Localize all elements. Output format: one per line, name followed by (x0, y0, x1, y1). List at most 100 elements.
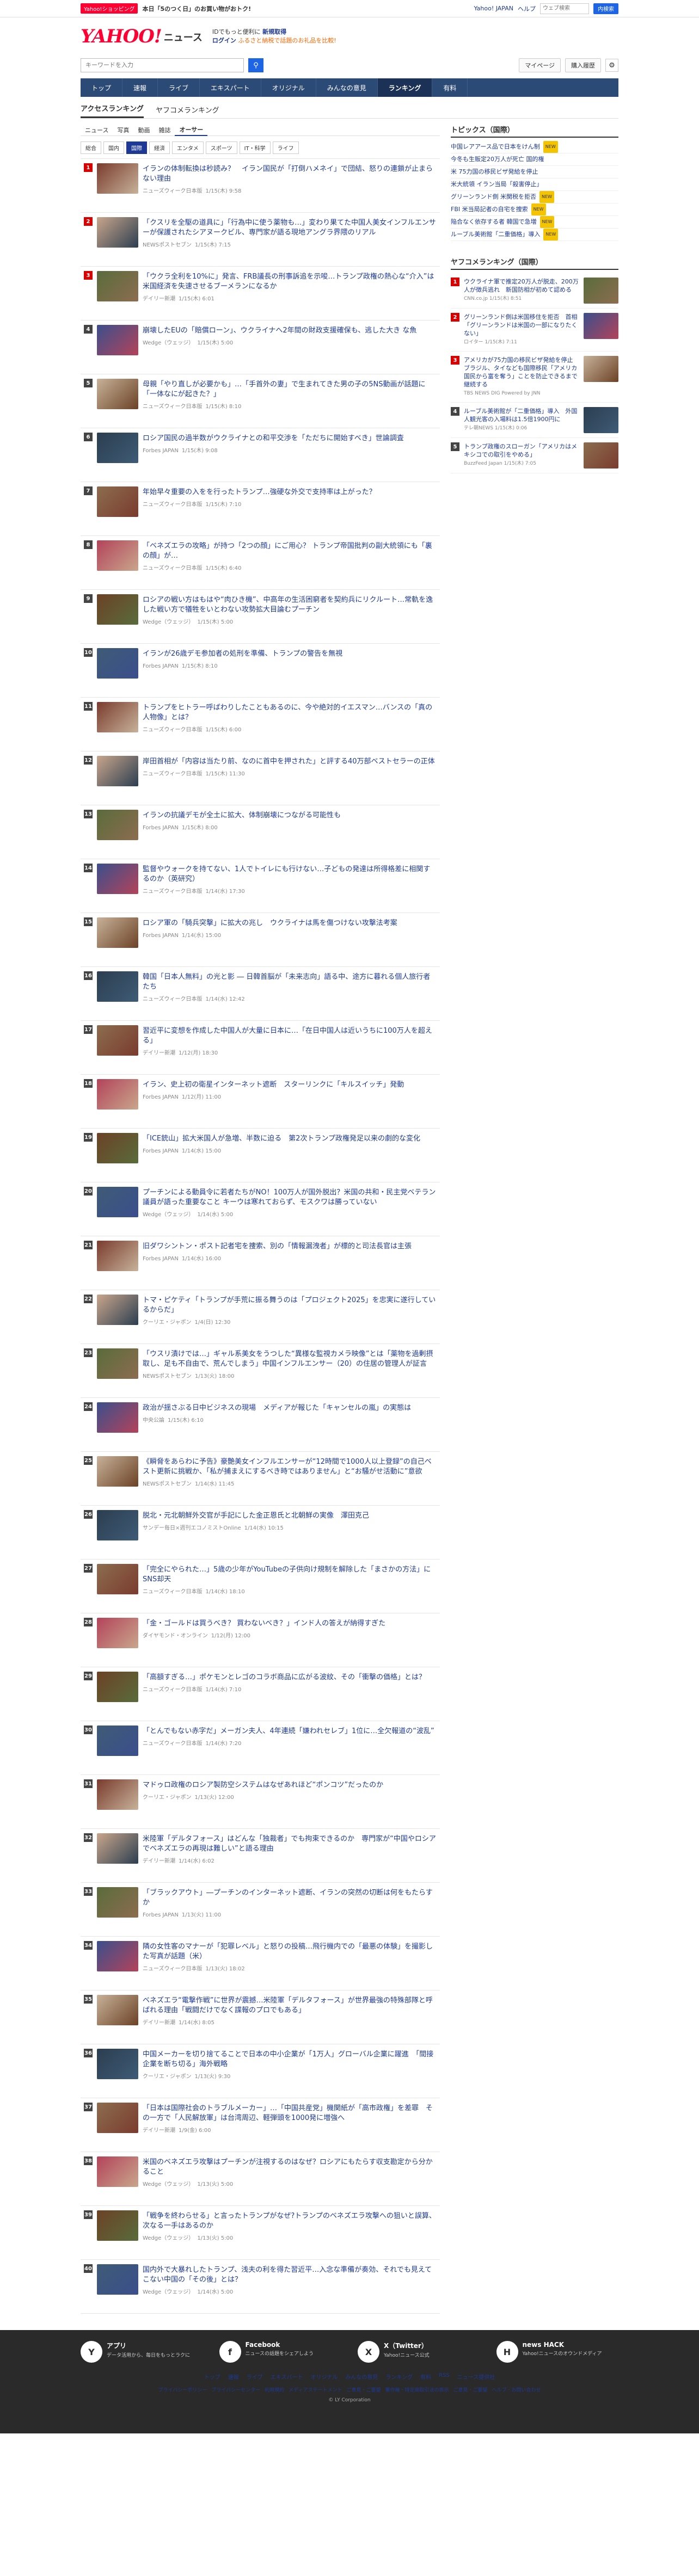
footer-link[interactable]: トップ (204, 2372, 220, 2381)
table-row[interactable]: 8 「ベネズエラの攻略」が持つ「2つの顔」にご用心？ トランプ帝国批判の副大統領に… (81, 536, 440, 590)
table-row[interactable]: 5 母親「やり直しが必要かも」…「手首外の妻」で生まれてきた男の子の5NS動画が話… (81, 374, 440, 428)
nav-original[interactable]: オリジナル (261, 78, 316, 97)
topic-item[interactable]: 米 75力国の移民ビザ発給を停止 (451, 166, 618, 178)
genre-entertainment[interactable]: エンタメ (172, 141, 204, 154)
article-title-link[interactable]: 「日本は国際社会のトラブルメーカー」…「中国共産党」機関紙が「高市政権」を差罪 … (143, 2104, 437, 2123)
promo-text[interactable]: 本日「5のつく日」のお買い物がおトク! (142, 4, 251, 13)
web-search-button[interactable]: 内検索 (593, 3, 618, 14)
x-icon[interactable]: X (358, 2341, 379, 2363)
comment-ranking-title[interactable]: トランプ政権のスローガン「アメリカはメキシコでの取引をやめる」 (464, 442, 579, 459)
comment-ranking-item[interactable]: 1 ウクライナ軍で推定20万人が脱走、200万人が徴兵逃れ 新国防相が初めて認める… (451, 273, 618, 309)
tab-author[interactable]: オーサー (175, 124, 208, 136)
article-thumbnail[interactable] (97, 2103, 138, 2133)
article-title-link[interactable]: プーチンによる動員令に若者たちがNO！100万人が国外脱出？米国の共和・民主党ベ… (143, 1188, 437, 1207)
article-title-link[interactable]: 中国メーカーを切り捨てることで日本の中小企業が「1万人」グローバル企業に躍進 「… (143, 2050, 437, 2069)
article-thumbnail[interactable] (97, 1779, 138, 1810)
table-row[interactable]: 34 隣の女性客のマナーが「犯罪レベル」と怒りの投稿…飛行機内での「最悪の体験」を… (81, 1937, 440, 1990)
policy-link[interactable]: プライバシーセンター (211, 2386, 260, 2393)
article-title-link[interactable]: 隣の女性客のマナーが「犯罪レベル」と怒りの投稿…飛行機内での「最悪の体験」を撮影… (143, 1942, 437, 1962)
table-row[interactable]: 29 「高額すぎる…」ポケモンとレゴのコラボ商品に広がる波紋、その「衝撃の価格」と… (81, 1667, 440, 1721)
table-row[interactable]: 28 「金・ゴールドは買うべき？ 買わないべき？」インド人の答えが納得すぎた ダイヤ… (81, 1613, 440, 1667)
table-row[interactable]: 7 年始早々重要の入をを行ったトランプ…強硬な外交で支持率は上がった？ ニューズウィ… (81, 482, 440, 536)
article-title-link[interactable]: 「ICE銃山」拡大米国人が急増、半数に迫る 第2次トランプ政権発足以来の劇的な変… (143, 1134, 437, 1144)
table-row[interactable]: 21 旧ダワシントン・ポスト記者宅を捜索、別の「情報漏洩者」が標的と司法長官は主張… (81, 1236, 440, 1290)
nav-ranking[interactable]: ランキング (377, 78, 433, 97)
newshack-icon[interactable]: H (496, 2341, 518, 2363)
table-row[interactable]: 4 崩壊したEUの「賠償ローン」、ウクライナへ2年間の財政支援確保も、逃した大き … (81, 321, 440, 374)
article-thumbnail[interactable] (97, 271, 138, 301)
article-title-link[interactable]: トランプをヒトラー呼ばわりしたこともあるのに、今や絶対的イエスマン…バンスの「真… (143, 703, 437, 723)
article-title-link[interactable]: 米陸軍「デルタフォース」はどんな「独裁者」でも拘束できるのか 専門家が“中国やロ… (143, 1834, 437, 1854)
article-thumbnail[interactable] (97, 1025, 138, 1056)
article-thumbnail[interactable] (97, 2210, 138, 2241)
table-row[interactable]: 10 イランが26歳デモ参加者の処刑を準備、トランプの警告を無視 Forbes JA… (81, 644, 440, 698)
article-title-link[interactable]: 習近平に変想を作成した中国人が大量に日本に…「在日中国人は近いうちに100万人を… (143, 1026, 437, 1046)
genre-economy[interactable]: 経済 (149, 141, 170, 154)
nav-top[interactable]: トップ (81, 78, 123, 97)
genre-domestic[interactable]: 国内 (103, 141, 124, 154)
web-search-input[interactable] (540, 3, 589, 14)
article-thumbnail[interactable] (97, 1725, 138, 1756)
article-title-link[interactable]: ロシア軍の「騎兵突撃」に拡大の兆し ウクライナは馬を傷つけない攻撃法考案 (143, 919, 437, 928)
table-row[interactable]: 38 米国のベネズエラ攻撃はプーチンが注視するのはなぜ？ロシアにもたらす収支勘定か… (81, 2152, 440, 2206)
table-row[interactable]: 18 イラン、史上初の衛星インターネット遮断 スターリンクに「キルスイッチ」発動 F… (81, 1075, 440, 1129)
yahoo-japan-link[interactable]: Yahoo! JAPAN (474, 5, 513, 12)
table-row[interactable]: 19 「ICE銃山」拡大米国人が急増、半数に迫る 第2次トランプ政権発足以来の劇的… (81, 1129, 440, 1182)
article-title-link[interactable]: 脱北・元北朝鮮外交官が手記にした金正恩氏と北朝鮮の実像 澤田克己 (143, 1511, 437, 1521)
comment-ranking-thumbnail[interactable] (584, 442, 618, 469)
policy-link[interactable]: プライバシーポリシー (158, 2386, 207, 2393)
topic-link[interactable]: 陥合なく依存する者 韓国で急増 (451, 216, 537, 228)
table-row[interactable]: 27 「完全にやられた…」5歳の少年がYouTubeの子供向け規制を解除した「まさ… (81, 1560, 440, 1613)
article-title-link[interactable]: 「ウスリ漬けでは…」ギャル系美女をうつした“異様な監視カメラ映像”とは「薬物を過… (143, 1349, 437, 1369)
article-title-link[interactable]: マドゥロ政権のロシア製防空システムはなぜあれほど“ポンコツ”だったのか (143, 1780, 437, 1790)
footer-link[interactable]: みんなの意見 (345, 2372, 378, 2381)
mypage-button[interactable]: マイページ (519, 58, 561, 72)
table-row[interactable]: 13 イランの抗議デモが全土に拡大、体制崩壊につながる可能性も Forbes JAP… (81, 805, 440, 859)
comment-ranking-item[interactable]: 3 アメリカが75力国の移民ビザ発給を停止 ブラジル、タイなども国際移民「アメリカ… (451, 352, 618, 403)
topic-link[interactable]: ルーブル美術館「二重価格」導入 (451, 229, 540, 241)
tab-photo[interactable]: 写真 (113, 124, 133, 136)
app-icon[interactable]: Y (81, 2341, 102, 2363)
footer-link[interactable]: オリジナル (310, 2372, 338, 2381)
genre-international[interactable]: 国際 (126, 141, 147, 154)
table-row[interactable]: 31 マドゥロ政権のロシア製防空システムはなぜあれほど“ポンコツ”だったのか クーリ… (81, 1775, 440, 1829)
article-thumbnail[interactable] (97, 702, 138, 732)
furusato-link[interactable]: ふるさと納税で話題のお礼品を比較! (238, 37, 336, 44)
article-thumbnail[interactable] (97, 1941, 138, 1971)
topic-link[interactable]: 米大統領 イラン当局「殺害停止」 (451, 178, 543, 190)
comment-ranking-item[interactable]: 2 グリーンランド側は米国移住を拒否 首相「グリーンランドは米国の一部になりたくな… (451, 309, 618, 352)
article-thumbnail[interactable] (97, 1402, 138, 1433)
article-thumbnail[interactable] (97, 917, 138, 948)
table-row[interactable]: 17 習近平に変想を作成した中国人が大量に日本に…「在日中国人は近いうちに100万… (81, 1021, 440, 1075)
topic-item[interactable]: 中国レアアース品で日本をけん制 NEW (451, 141, 618, 153)
article-title-link[interactable]: 米国のベネズエラ攻撃はプーチンが注視するのはなぜ？ロシアにもたらす収支勘定から分… (143, 2158, 437, 2177)
policy-link[interactable]: 利用規約 (265, 2386, 284, 2393)
footer-link[interactable]: エキスパート (271, 2372, 303, 2381)
footer-link[interactable]: 有料 (420, 2372, 431, 2381)
table-row[interactable]: 14 監督やウォークを持てない、1人でトイレにも行けない…子どもの発達は所得格差に… (81, 859, 440, 913)
comment-ranking-thumbnail[interactable] (584, 313, 618, 339)
genre-it-science[interactable]: IT・科学 (239, 141, 271, 154)
facebook-icon[interactable]: f (219, 2341, 241, 2363)
article-title-link[interactable]: 年始早々重要の入をを行ったトランプ…強硬な外交で支持率は上がった？ (143, 488, 437, 497)
article-thumbnail[interactable] (97, 1079, 138, 1110)
article-title-link[interactable]: 崩壊したEUの「賠償ローン」、ウクライナへ2年間の財政支援確保も、逃した大き な… (143, 326, 437, 336)
article-thumbnail[interactable] (97, 2156, 138, 2187)
article-title-link[interactable]: 国内外で大暴れしたトランプ、浅夫の利を得た習近平…入念な準備が奏効、それでも見え… (143, 2265, 437, 2285)
article-thumbnail[interactable] (97, 379, 138, 409)
article-title-link[interactable]: 「ウクラ全利を10%に」発言、FRB議長の刑事訴追を示唆…トランプ政権の熱心な“… (143, 272, 437, 292)
comment-ranking-title[interactable]: ルーブル美術館が「二重価格」導入 外国人観光客の入場料は1.5倍1900円に (464, 407, 579, 423)
comment-ranking-title[interactable]: グリーンランド側は米国移住を拒否 首相「グリーンランドは米国の一部になりたくない… (464, 313, 579, 337)
tab-news[interactable]: ニュース (81, 124, 113, 136)
article-title-link[interactable]: 「戦争を終わらせる」と言ったトランプがなぜ?トランプのベネズエラ攻撃への狙いと誤… (143, 2211, 437, 2231)
purchase-history-button[interactable]: 購入履歴 (565, 58, 601, 72)
news-search-input[interactable] (81, 58, 244, 72)
table-row[interactable]: 11 トランプをヒトラー呼ばわりしたこともあるのに、今や絶対的イエスマン…バンスの… (81, 698, 440, 751)
tab-comment-ranking[interactable]: ヤフコメランキング (156, 104, 219, 118)
article-title-link[interactable]: 監督やウォークを持てない、1人でトイレにも行けない…子どもの発達は所得格差に相関… (143, 865, 437, 884)
article-title-link[interactable]: 「ベネズエラの攻略」が持つ「2つの顔」にご用心？ トランプ帝国批判の副大統領にも… (143, 541, 437, 561)
article-thumbnail[interactable] (97, 756, 138, 786)
table-row[interactable]: 22 トマ・ピケティ「トランプが手荒に振る舞うのは「プロジェクト2025」を忠実に… (81, 1290, 440, 1344)
policy-link[interactable]: 著作権・特定商取引法の表示 (385, 2386, 449, 2393)
table-row[interactable]: 40 国内外で大暴れしたトランプ、浅夫の利を得た習近平…入念な準備が奏効、それでも… (81, 2260, 440, 2314)
